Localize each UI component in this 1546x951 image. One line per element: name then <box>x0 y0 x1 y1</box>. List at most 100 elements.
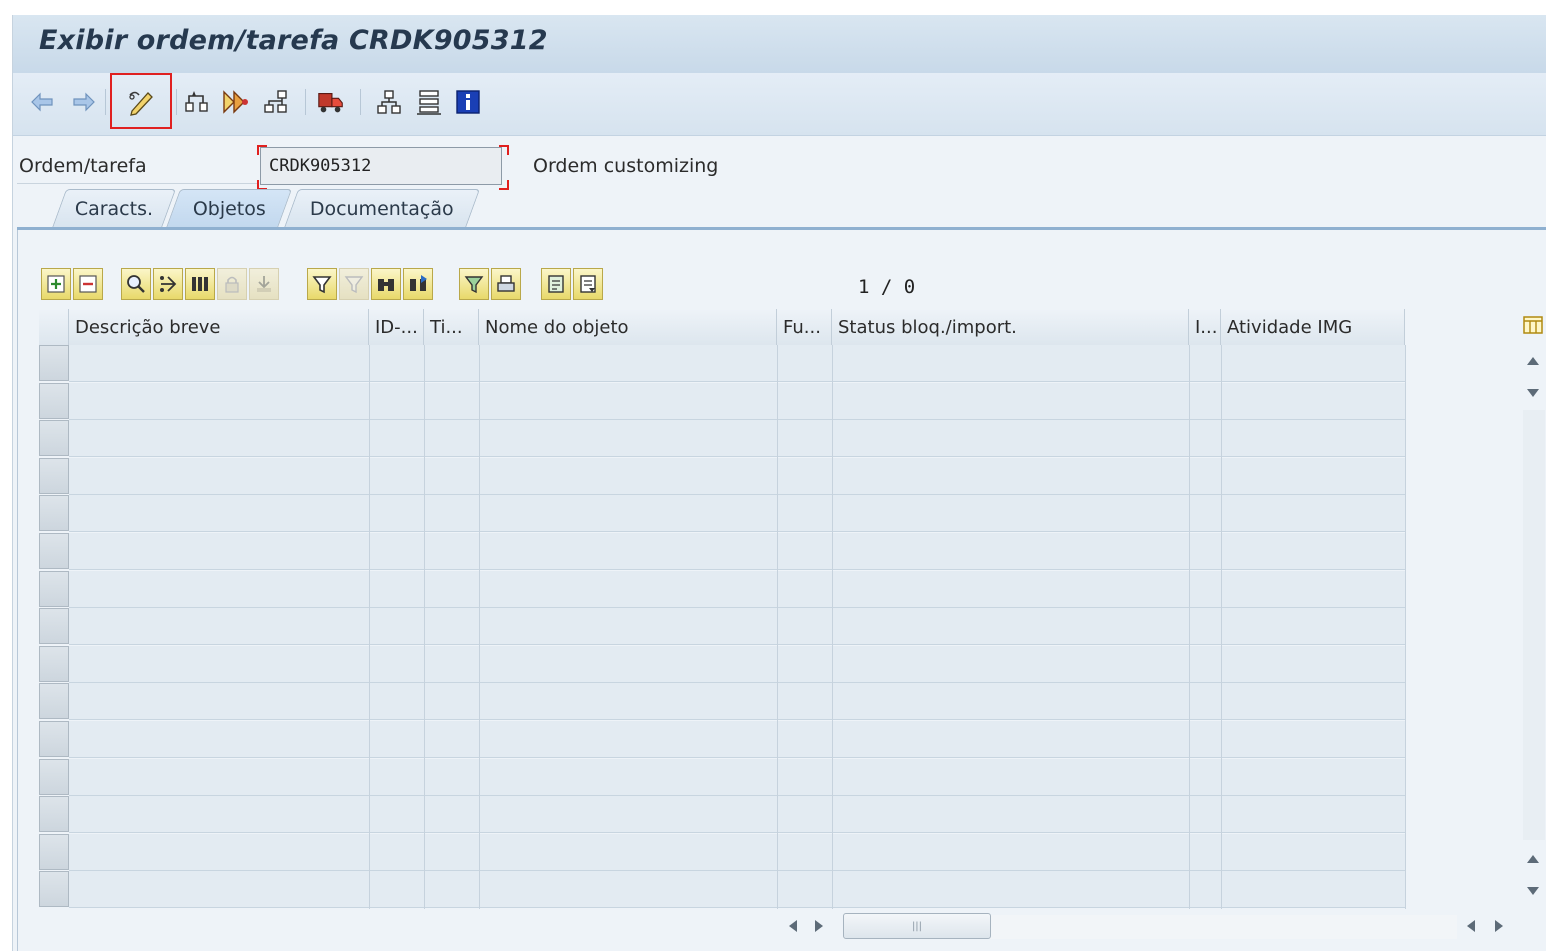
export-icon <box>548 275 564 293</box>
tab-objetos[interactable]: Objetos <box>165 189 293 228</box>
row-selector[interactable] <box>39 420 69 457</box>
structure-button[interactable] <box>374 87 404 117</box>
row-selector[interactable] <box>39 796 69 833</box>
order-input[interactable]: CRDK905312 <box>260 147 502 185</box>
table-row[interactable] <box>69 570 1405 608</box>
table-row[interactable] <box>69 758 1405 796</box>
hierarchy-button[interactable] <box>261 87 291 117</box>
row-selector[interactable] <box>39 871 69 908</box>
delete-filter-button[interactable] <box>339 268 369 300</box>
table-row[interactable] <box>69 533 1405 570</box>
binoculars-icon <box>378 279 394 291</box>
row-selector[interactable] <box>39 721 69 757</box>
table-row[interactable] <box>69 345 1405 382</box>
stacked-list-icon <box>417 90 441 115</box>
column-divider <box>832 345 833 909</box>
horizontal-scroll-thumb[interactable]: ||| <box>843 913 991 939</box>
lock-button[interactable] <box>217 268 247 300</box>
table-row[interactable] <box>69 457 1405 495</box>
page-down-button[interactable] <box>1523 881 1543 901</box>
column-header[interactable]: Status bloq./import. <box>832 309 1189 345</box>
release-button[interactable] <box>221 87 251 117</box>
columns-icon <box>192 277 208 291</box>
column-header[interactable]: Fu... <box>777 309 832 345</box>
transfer-button[interactable] <box>249 268 279 300</box>
row-selector[interactable] <box>39 683 69 720</box>
column-divider <box>369 345 370 909</box>
row-selector[interactable] <box>39 533 69 569</box>
table-row[interactable] <box>69 871 1405 909</box>
back-button[interactable] <box>27 87 57 117</box>
column-divider <box>777 345 778 909</box>
row-selector[interactable] <box>39 570 69 607</box>
row-selector[interactable] <box>39 495 69 532</box>
append-row-button[interactable] <box>41 268 71 300</box>
row-selector[interactable] <box>39 645 69 682</box>
sum-filter-icon <box>464 276 484 294</box>
funnel-icon <box>312 276 332 294</box>
list-button[interactable] <box>414 87 444 117</box>
objects-table: Descrição breve ID-... Ti... Nome do obj… <box>39 309 1406 909</box>
table-row[interactable] <box>69 721 1405 758</box>
column-header[interactable]: Atividade IMG <box>1221 309 1405 345</box>
append-row-icon <box>47 275 65 293</box>
scroll-left-button[interactable] <box>783 916 803 936</box>
table-row[interactable] <box>69 495 1405 533</box>
find-button[interactable] <box>371 268 401 300</box>
forward-button[interactable] <box>69 87 99 117</box>
tab-label: Objetos <box>192 198 266 220</box>
column-divider <box>1189 345 1190 909</box>
table-row[interactable] <box>69 608 1405 646</box>
row-selector[interactable] <box>39 833 69 870</box>
tab-documentacao[interactable]: Documentação <box>283 189 481 228</box>
select-all-cell[interactable] <box>39 309 69 345</box>
display-change-button[interactable] <box>126 87 156 117</box>
table-row[interactable] <box>69 796 1405 834</box>
export-button[interactable] <box>541 268 571 300</box>
page-up-button[interactable] <box>1523 849 1543 869</box>
triangle-down-icon <box>1527 887 1539 895</box>
tab-caracts[interactable]: Caracts. <box>51 189 177 228</box>
arrow-left-icon <box>31 92 53 112</box>
layout-button[interactable] <box>573 268 603 300</box>
subtotal-button[interactable] <box>459 268 489 300</box>
table-row[interactable] <box>69 645 1405 683</box>
columns-button[interactable] <box>185 268 215 300</box>
scroll-down-button[interactable] <box>1523 383 1543 403</box>
column-settings-button[interactable] <box>1521 313 1545 337</box>
scroll-left-end-button[interactable] <box>1461 916 1481 936</box>
toolbar-separator <box>305 89 306 115</box>
scroll-right-end-button[interactable] <box>1489 916 1509 936</box>
row-selector[interactable] <box>39 608 69 645</box>
transport-button[interactable] <box>316 87 346 117</box>
vertical-scrollbar[interactable] <box>1523 410 1545 840</box>
row-selector[interactable] <box>39 382 69 419</box>
row-selector[interactable] <box>39 345 69 381</box>
table-row[interactable] <box>69 833 1405 871</box>
other-object-button[interactable] <box>182 87 212 117</box>
filter-button[interactable] <box>307 268 337 300</box>
row-selector[interactable] <box>39 457 69 494</box>
column-header[interactable]: Nome do objeto <box>479 309 777 345</box>
info-icon <box>456 90 480 114</box>
table-row[interactable] <box>69 382 1405 420</box>
scroll-up-button[interactable] <box>1523 351 1543 371</box>
table-settings-icon <box>1523 316 1543 334</box>
row-selector[interactable] <box>39 758 69 795</box>
arrow-right-icon <box>73 92 95 112</box>
triangle-up-icon <box>1527 357 1539 365</box>
column-header[interactable]: Ti... <box>424 309 479 345</box>
delete-row-button[interactable] <box>73 268 103 300</box>
print-button[interactable] <box>491 268 521 300</box>
expand-button[interactable] <box>153 268 183 300</box>
details-button[interactable] <box>121 268 151 300</box>
column-header[interactable]: I... <box>1189 309 1221 345</box>
application-toolbar <box>13 73 1546 136</box>
column-header[interactable]: Descrição breve <box>69 309 369 345</box>
table-row[interactable] <box>69 420 1405 458</box>
scroll-right-button[interactable] <box>809 916 829 936</box>
column-header[interactable]: ID-... <box>369 309 424 345</box>
table-row[interactable] <box>69 683 1405 721</box>
find-next-button[interactable] <box>403 268 433 300</box>
info-button[interactable] <box>453 87 483 117</box>
